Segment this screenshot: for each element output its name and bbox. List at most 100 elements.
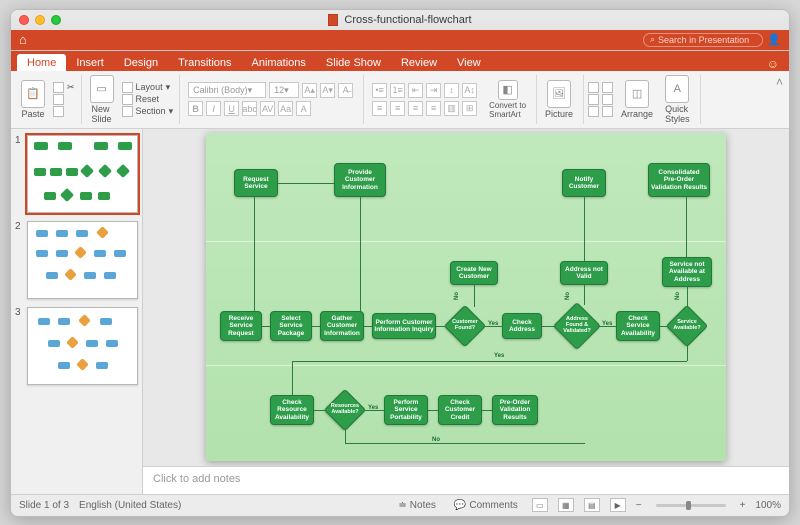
ribbon-tabs: Home Insert Design Transitions Animation… — [11, 51, 789, 71]
font-color-button[interactable]: A — [296, 101, 311, 116]
view-slideshow-button[interactable]: ▶ — [610, 498, 626, 512]
notes-toggle[interactable]: ≐ Notes — [394, 500, 440, 511]
node-consolidated[interactable]: Consolidated Pre-Order Validation Result… — [648, 163, 710, 197]
tab-insert[interactable]: Insert — [66, 54, 114, 71]
indent-right-button[interactable]: ⇥ — [426, 83, 441, 98]
italic-button[interactable]: I — [206, 101, 221, 116]
window-controls — [19, 15, 61, 25]
view-sorter-button[interactable]: ▦ — [558, 498, 574, 512]
indent-left-button[interactable]: ⇤ — [408, 83, 423, 98]
char-spacing-button[interactable]: AV — [260, 101, 275, 116]
shape-gallery-3[interactable] — [588, 106, 613, 117]
node-address-not-valid[interactable]: Address not Valid — [560, 261, 608, 285]
bullets-button[interactable]: •≡ — [372, 83, 387, 98]
zoom-level[interactable]: 100% — [755, 500, 781, 511]
tab-transitions[interactable]: Transitions — [168, 54, 241, 71]
slide-canvas[interactable]: Request Service Provide Customer Informa… — [143, 129, 789, 466]
tab-animations[interactable]: Animations — [242, 54, 316, 71]
align-right-button[interactable]: ≡ — [408, 101, 423, 116]
node-create-new-customer[interactable]: Create New Customer — [450, 261, 498, 285]
zoom-out-button[interactable]: − — [636, 500, 642, 511]
font-name-select[interactable]: Calibri (Body) ▾ — [188, 82, 266, 98]
align-text-button[interactable]: ⊞ — [462, 101, 477, 116]
numbering-button[interactable]: 1≡ — [390, 83, 405, 98]
justify-button[interactable]: ≡ — [426, 101, 441, 116]
slide-thumb-2[interactable]: 2 — [15, 221, 138, 299]
convert-smartart-button[interactable]: ◧ Convert to SmartArt — [485, 78, 530, 121]
node-check-credit[interactable]: Check Customer Credit — [438, 395, 482, 425]
tab-home[interactable]: Home — [17, 54, 66, 71]
underline-button[interactable]: U — [224, 101, 239, 116]
language-status[interactable]: English (United States) — [79, 500, 181, 511]
layout-button[interactable]: Layout ▾ — [122, 82, 174, 93]
tab-view[interactable]: View — [447, 54, 491, 71]
view-normal-button[interactable]: ▭ — [532, 498, 548, 512]
section-button[interactable]: Section ▾ — [122, 106, 174, 117]
node-check-service[interactable]: Check Service Availability — [616, 311, 660, 341]
columns-button[interactable]: ▥ — [444, 101, 459, 116]
node-perform-inquiry[interactable]: Perform Customer Information Inquiry — [372, 313, 436, 339]
node-check-resource[interactable]: Check Resource Availability — [270, 395, 314, 425]
paste-button[interactable]: 📋 Paste — [17, 78, 49, 121]
reset-button[interactable]: Reset — [122, 94, 174, 105]
node-provide-info[interactable]: Provide Customer Information — [334, 163, 386, 197]
quick-styles-button[interactable]: A Quick Styles — [661, 73, 694, 126]
node-preorder-results[interactable]: Pre-Order Validation Results — [492, 395, 538, 425]
node-resources-available[interactable]: Resources Available? — [326, 391, 364, 429]
slide-thumb-1[interactable]: 1 — [15, 135, 138, 213]
ribbon-collapse-button[interactable]: ˄ — [776, 75, 783, 89]
search-input[interactable]: ⌕ Search in Presentation — [643, 33, 763, 47]
strike-button[interactable]: abc — [242, 101, 257, 116]
cut-icon — [53, 82, 64, 93]
zoom-slider[interactable] — [656, 504, 726, 507]
comments-toggle[interactable]: 💬 Comments — [450, 500, 522, 511]
cut-button[interactable]: ✂ — [53, 82, 75, 93]
shape-gallery-2[interactable] — [588, 94, 613, 105]
slide-panel[interactable]: 1 2 — [11, 129, 143, 494]
font-size-select[interactable]: 12 ▾ — [269, 82, 299, 98]
node-customer-found[interactable]: Customer Found? — [446, 307, 484, 345]
node-service-not-available[interactable]: Service not Available at Address — [662, 257, 712, 287]
maximize-icon[interactable] — [51, 15, 61, 25]
notes-pane[interactable]: Click to add notes — [143, 466, 789, 494]
node-request-service[interactable]: Request Service — [234, 169, 278, 197]
clear-format-button[interactable]: A̶ — [338, 83, 353, 98]
format-painter-button[interactable] — [53, 106, 75, 117]
line-spacing-button[interactable]: ↕ — [444, 83, 459, 98]
slide-thumb-3[interactable]: 3 — [15, 307, 138, 385]
decrease-font-button[interactable]: A▾ — [320, 83, 335, 98]
node-address-validated[interactable]: Address Found & Validated? — [556, 305, 598, 347]
stage: Request Service Provide Customer Informa… — [143, 129, 789, 494]
close-icon[interactable] — [19, 15, 29, 25]
tab-slideshow[interactable]: Slide Show — [316, 54, 391, 71]
picture-button[interactable]: 🖼 Picture — [541, 78, 577, 121]
node-perform-portability[interactable]: Perform Service Portability — [384, 395, 428, 425]
case-button[interactable]: Aa — [278, 101, 293, 116]
node-service-available[interactable]: Service Available? — [668, 307, 706, 345]
user-icon[interactable]: 👤 — [767, 33, 781, 46]
zoom-in-button[interactable]: + — [740, 500, 746, 511]
text-direction-button[interactable]: A↕ — [462, 83, 477, 98]
tab-design[interactable]: Design — [114, 54, 168, 71]
node-notify-customer[interactable]: Notify Customer — [562, 169, 606, 197]
copy-button[interactable] — [53, 94, 75, 105]
minimize-icon[interactable] — [35, 15, 45, 25]
arrange-button[interactable]: ◫ Arrange — [617, 78, 657, 121]
node-receive-request[interactable]: Receive Service Request — [220, 311, 262, 341]
section-icon — [122, 106, 133, 117]
new-slide-button[interactable]: ▭ New Slide — [86, 73, 118, 126]
slide[interactable]: Request Service Provide Customer Informa… — [206, 133, 726, 461]
tab-review[interactable]: Review — [391, 54, 447, 71]
increase-font-button[interactable]: A▴ — [302, 83, 317, 98]
view-reading-button[interactable]: ▤ — [584, 498, 600, 512]
app-menu-icon[interactable]: ⌂ — [19, 32, 27, 47]
app-header: ⌂ ⌕ Search in Presentation 👤 — [11, 30, 789, 50]
node-gather-info[interactable]: Gather Customer Information — [320, 311, 364, 341]
align-left-button[interactable]: ≡ — [372, 101, 387, 116]
shape-gallery-1[interactable] — [588, 82, 613, 93]
align-center-button[interactable]: ≡ — [390, 101, 405, 116]
feedback-icon[interactable]: ☺ — [757, 57, 789, 71]
node-select-package[interactable]: Select Service Package — [270, 311, 312, 341]
bold-button[interactable]: B — [188, 101, 203, 116]
node-check-address[interactable]: Check Address — [502, 313, 542, 339]
